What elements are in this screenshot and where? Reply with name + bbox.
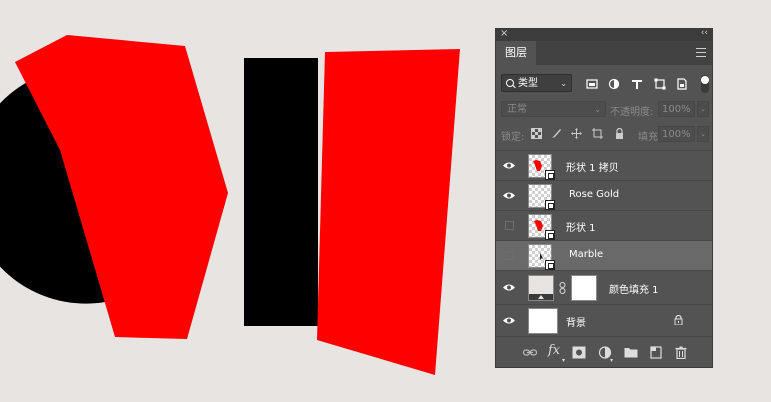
lock-label: 锁定:	[501, 132, 525, 143]
lock-transparent-icon[interactable]	[531, 128, 542, 139]
layer-filter-row: 类型 ⌄	[496, 71, 712, 99]
fx-dropdown-icon: ▾	[562, 357, 566, 364]
layer-name: 形状 1	[566, 223, 596, 234]
chevron-down-icon: ⌄	[594, 105, 601, 114]
layer-row[interactable]: 背景	[496, 304, 712, 336]
layer-thumbnail	[528, 184, 555, 210]
red-trapezoid-shape	[317, 49, 460, 375]
shape-indicator-icon	[545, 170, 555, 180]
lock-row: 锁定: 填充: 100% ⌄	[496, 124, 712, 146]
layer-name: 背景	[566, 318, 586, 329]
layer-name: 颜色填充 1	[609, 285, 659, 296]
filter-toggle[interactable]	[701, 75, 709, 93]
visibility-off-box[interactable]	[505, 221, 514, 230]
fill-field[interactable]: 100%	[658, 126, 695, 142]
layer-row[interactable]: 颜色填充 1	[496, 270, 712, 304]
chain-link-icon[interactable]	[559, 282, 566, 294]
trash-icon[interactable]	[674, 346, 688, 359]
layer-row[interactable]: 形状 1 拷贝	[496, 150, 712, 180]
adjustment-filter-icon[interactable]	[608, 78, 620, 90]
panel-titlebar: × ‹‹	[496, 28, 712, 41]
lock-position-icon[interactable]	[571, 128, 582, 139]
opacity-field[interactable]: 100%	[658, 101, 695, 117]
panel-tab-row: 图层	[496, 41, 712, 65]
layer-row[interactable]: 形状 1	[496, 210, 712, 240]
layer-mask-thumbnail	[571, 275, 597, 301]
layer-name: Marble	[569, 249, 604, 260]
filter-kind-label: 类型	[518, 78, 538, 89]
lock-icon[interactable]	[674, 315, 683, 325]
link-layers-icon[interactable]	[523, 346, 537, 359]
blend-row: 正常 ⌄ 不透明度: 100% ⌄	[496, 99, 712, 121]
group-folder-icon[interactable]	[624, 346, 638, 359]
pixel-filter-icon[interactable]	[586, 78, 598, 90]
add-mask-icon[interactable]	[572, 346, 586, 359]
layer-row-selected[interactable]: Marble	[496, 240, 712, 270]
new-layer-icon[interactable]	[649, 346, 663, 359]
filter-kind-select[interactable]: 类型 ⌄	[501, 74, 572, 92]
type-filter-icon[interactable]	[631, 78, 643, 90]
panel-menu-icon[interactable]	[696, 48, 706, 57]
eye-icon[interactable]	[502, 190, 516, 201]
eye-icon[interactable]	[502, 315, 516, 326]
chevron-down-icon: ⌄	[560, 79, 567, 88]
visibility-off-box[interactable]	[505, 251, 514, 260]
lock-image-icon[interactable]	[551, 128, 562, 139]
lock-artboard-icon[interactable]	[592, 128, 603, 139]
fill-chevron-icon[interactable]: ⌄	[697, 126, 709, 142]
fill-color-thumbnail	[528, 275, 554, 301]
layer-name: Rose Gold	[569, 189, 620, 200]
lock-all-icon[interactable]	[614, 128, 625, 139]
shape-indicator-icon	[545, 230, 555, 240]
close-icon[interactable]: ×	[500, 28, 508, 39]
layer-name: 形状 1 拷贝	[566, 163, 619, 174]
layers-bottom-toolbar: fx ▾ ▾	[496, 336, 712, 368]
fx-icon[interactable]: fx	[548, 343, 560, 358]
adjustment-dropdown-icon: ▾	[610, 357, 614, 364]
opacity-chevron-icon[interactable]: ⌄	[697, 101, 709, 117]
background-thumbnail	[528, 308, 558, 334]
layers-panel: × ‹‹ 图层 类型 ⌄ 正常 ⌄ 不透明度: 100% ⌄ 锁定: 填充: 1…	[495, 28, 713, 368]
double-chevron-icon[interactable]: ‹‹	[701, 28, 708, 38]
eye-icon[interactable]	[502, 282, 516, 293]
layer-thumbnail	[528, 154, 555, 180]
smart-object-filter-icon[interactable]	[676, 78, 688, 90]
eye-icon[interactable]	[502, 160, 516, 171]
black-rectangle-shape	[244, 58, 318, 326]
search-icon	[506, 79, 514, 87]
opacity-label: 不透明度:	[610, 107, 654, 118]
layer-row[interactable]: Rose Gold	[496, 180, 712, 210]
layer-thumbnail	[528, 244, 555, 270]
blend-mode-select[interactable]: 正常 ⌄	[501, 101, 606, 117]
blend-mode-value: 正常	[507, 104, 527, 115]
layer-thumbnail	[528, 214, 555, 240]
shape-indicator-icon	[545, 200, 555, 210]
shape-indicator-icon	[545, 260, 555, 270]
tab-layers[interactable]: 图层	[496, 41, 536, 65]
shape-filter-icon[interactable]	[654, 78, 666, 90]
